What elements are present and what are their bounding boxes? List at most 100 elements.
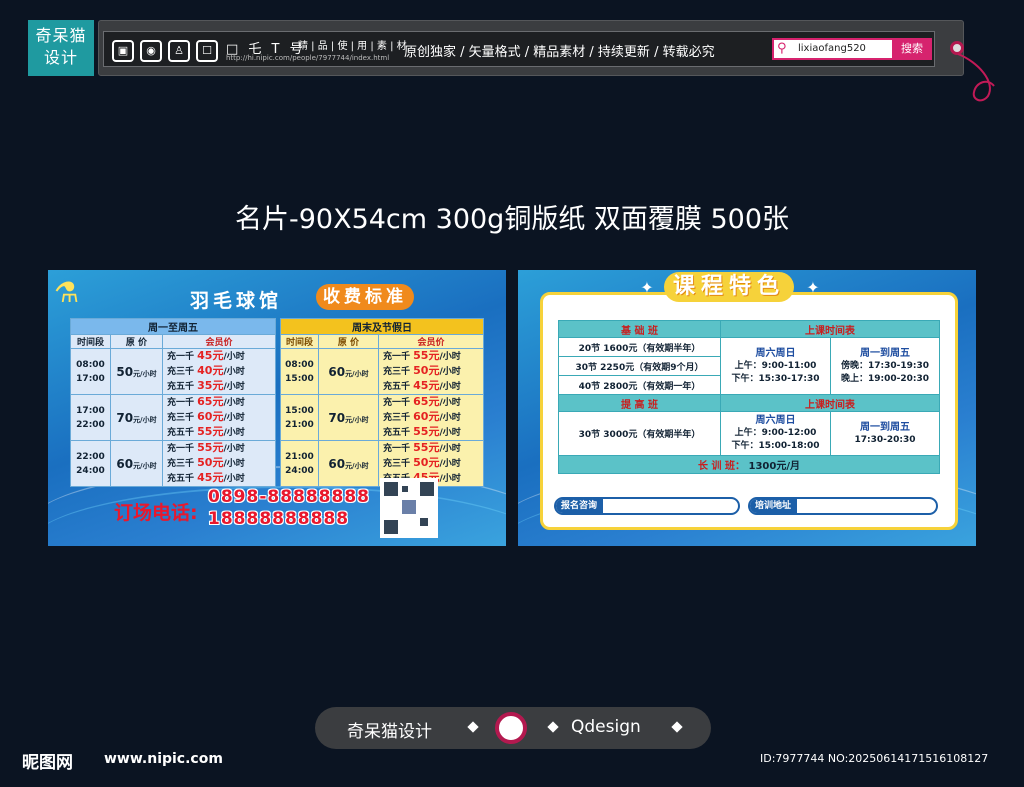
card-front: ⚗ 羽毛球馆 收费标准 周一至周五 时间段 原 价 会员价 08:00 17:00… bbox=[48, 270, 506, 546]
member-line: 充一千 55元/小时 bbox=[383, 349, 461, 362]
member-line: 充一千 65元/小时 bbox=[383, 395, 461, 408]
table-row: 22:00 24:00 60元/小时 充一千 55元/小时 充三千 50元/小时 … bbox=[70, 440, 276, 487]
time-end: 24:00 bbox=[285, 465, 314, 476]
site-logo[interactable]: 奇呆猫 设计 bbox=[28, 20, 94, 76]
weekday-header: 周一至周五 bbox=[70, 318, 276, 335]
member-line: 充一千 55元/小时 bbox=[167, 441, 245, 454]
member-line: 充三千 60元/小时 bbox=[383, 410, 461, 423]
page-headline: 名片-90X54cm 300g铜版纸 双面覆膜 500张 bbox=[234, 204, 790, 235]
member-line: 充一千 65元/小时 bbox=[167, 395, 245, 408]
schedule-line: 上午：9:00-12:00 bbox=[734, 428, 817, 438]
logo-line-2: 设计 bbox=[43, 48, 78, 67]
search-icon: ⚲ bbox=[777, 41, 787, 56]
schedule-line: 17:30-20:30 bbox=[854, 434, 916, 445]
basic-item: 30节 2250元（有效期9个月） bbox=[558, 356, 721, 376]
table-row: 08:00 17:00 50元/小时 充一千 45元/小时 充三千 40元/小时 … bbox=[70, 348, 276, 395]
schedule-line: 傍晚：17:30-19:30 bbox=[840, 360, 930, 371]
address-label: 培训地址 bbox=[750, 499, 798, 513]
diamond-icon bbox=[467, 721, 479, 733]
col-member: 会员价 bbox=[162, 334, 276, 349]
price-unit: 元/小时 bbox=[133, 369, 157, 378]
member-line: 充一千 45元/小时 bbox=[167, 349, 245, 362]
shuttlecock-icon: ✦ bbox=[806, 278, 820, 297]
phone-numbers: 0898-88888888 18888888888 bbox=[208, 486, 370, 530]
weekday-price-table: 周一至周五 时间段 原 价 会员价 08:00 17:00 50元/小时 充一千 … bbox=[70, 318, 276, 487]
col-time: 时间段 bbox=[70, 334, 111, 349]
consult-field: 报名咨询 bbox=[554, 497, 740, 515]
title-pricing: 收费标准 bbox=[316, 284, 414, 310]
course-title: ✦ 课程特色 ✦ bbox=[634, 272, 864, 302]
watermark-site: 昵图网 bbox=[22, 753, 73, 773]
time-start: 22:00 bbox=[76, 451, 105, 462]
col-price: 原 价 bbox=[110, 334, 163, 349]
camera-icon[interactable]: ◉ bbox=[140, 40, 162, 62]
table-row: 15:00 21:00 70元/小时 充一千 65元/小时 充三千 60元/小时 … bbox=[280, 394, 484, 441]
bag-icon[interactable]: ☐ bbox=[196, 40, 218, 62]
slogan: 原创独家 / 矢量格式 / 精品素材 / 持续更新 / 转载必究 bbox=[404, 45, 715, 60]
gift-icon[interactable]: ▣ bbox=[112, 40, 134, 62]
table-row: 17:00 22:00 70元/小时 充一千 65元/小时 充三千 60元/小时 … bbox=[70, 394, 276, 441]
weekday-head: 周一到周五 bbox=[860, 421, 910, 433]
search-input[interactable]: lixiaofang520 bbox=[798, 43, 866, 54]
search-box[interactable]: ⚲ lixiaofang520 搜索 bbox=[772, 38, 932, 60]
logo-line-1: 奇呆猫 bbox=[35, 26, 87, 45]
time-end: 22:00 bbox=[76, 419, 105, 430]
member-line: 充五千 35元/小时 bbox=[167, 379, 245, 392]
advanced-item: 30节 3000元（有效期半年） bbox=[558, 411, 721, 456]
time-start: 08:00 bbox=[76, 359, 105, 370]
watermark-url[interactable]: www.nipic.com bbox=[104, 751, 223, 767]
basic-item: 20节 1600元（有效期半年） bbox=[558, 337, 721, 357]
dress-icon[interactable]: ♙ bbox=[168, 40, 190, 62]
tag-string-icon bbox=[957, 53, 995, 102]
schedule-line: 下午：15:30-17:30 bbox=[731, 373, 820, 384]
price-value: 70 bbox=[328, 410, 346, 425]
member-line: 充五千 45元/小时 bbox=[383, 379, 461, 392]
tiny-title: 精 | 品 | 使 | 用 | 素 | 材 bbox=[298, 41, 407, 52]
table-row: 08:00 15:00 60元/小时 充一千 55元/小时 充三千 50元/小时 … bbox=[280, 348, 484, 395]
brand-name: 奇呆猫设计 bbox=[347, 722, 432, 742]
time-end: 17:00 bbox=[76, 373, 105, 384]
profile-url[interactable]: http://hi.nipic.com/people/7977744/index… bbox=[226, 54, 389, 62]
phone-label: 订场电话: bbox=[114, 502, 198, 524]
long-class-label: 长 训 班： bbox=[698, 461, 745, 472]
col-time: 时间段 bbox=[280, 334, 319, 349]
weekday-head: 周一到周五 bbox=[860, 347, 910, 359]
schedule-header: 上课时间表 bbox=[720, 394, 940, 412]
price-unit: 元/小时 bbox=[345, 415, 369, 424]
brand-badge-icon bbox=[495, 712, 527, 744]
schedule-header: 上课时间表 bbox=[720, 320, 940, 338]
price-value: 60 bbox=[328, 456, 346, 471]
price-title: 羽毛球馆 收费标准 bbox=[190, 284, 420, 312]
watermark-id: ID:7977744 NO:20250614171516108127 bbox=[760, 752, 989, 765]
schedule-line: 下午：15:00-18:00 bbox=[731, 441, 820, 451]
price-value: 60 bbox=[328, 364, 346, 379]
brand-qdesign: Qdesign bbox=[571, 717, 641, 737]
member-line: 充一千 55元/小时 bbox=[383, 441, 461, 454]
toolbar: ▣ ◉ ♙ ☐ □ 乇 T 号 精 | 品 | 使 | 用 | 素 | 材 ht… bbox=[98, 20, 964, 76]
member-line: 充三千 60元/小时 bbox=[167, 410, 245, 423]
member-line: 充五千 55元/小时 bbox=[167, 425, 245, 438]
diamond-icon bbox=[671, 721, 683, 733]
advanced-class-header: 提 高 班 bbox=[558, 394, 721, 412]
time-start: 21:00 bbox=[285, 451, 314, 462]
member-line: 充三千 50元/小时 bbox=[383, 456, 461, 469]
member-line: 充三千 50元/小时 bbox=[167, 456, 245, 469]
toolbar-inner: ▣ ◉ ♙ ☐ □ 乇 T 号 精 | 品 | 使 | 用 | 素 | 材 ht… bbox=[103, 31, 935, 67]
consult-label: 报名咨询 bbox=[556, 499, 604, 513]
phone-landline: 0898-88888888 bbox=[208, 487, 370, 507]
time-start: 17:00 bbox=[76, 405, 105, 416]
member-line: 充五千 45元/小时 bbox=[167, 471, 245, 484]
col-price: 原 价 bbox=[318, 334, 379, 349]
price-unit: 元/小时 bbox=[345, 461, 369, 470]
basic-item: 40节 2800元（有效期一年） bbox=[558, 375, 721, 395]
search-button[interactable]: 搜索 bbox=[892, 38, 932, 60]
member-line: 充五千 55元/小时 bbox=[383, 425, 461, 438]
time-end: 15:00 bbox=[285, 373, 314, 384]
weekend-header: 周末及节假日 bbox=[280, 318, 484, 335]
phone-mobile: 18888888888 bbox=[208, 509, 350, 529]
price-value: 50 bbox=[116, 364, 134, 379]
schedule-line: 晚上：19:00-20:30 bbox=[840, 373, 930, 384]
weekend-head: 周六周日 bbox=[755, 347, 796, 359]
diamond-icon bbox=[547, 721, 559, 733]
price-unit: 元/小时 bbox=[345, 369, 369, 378]
